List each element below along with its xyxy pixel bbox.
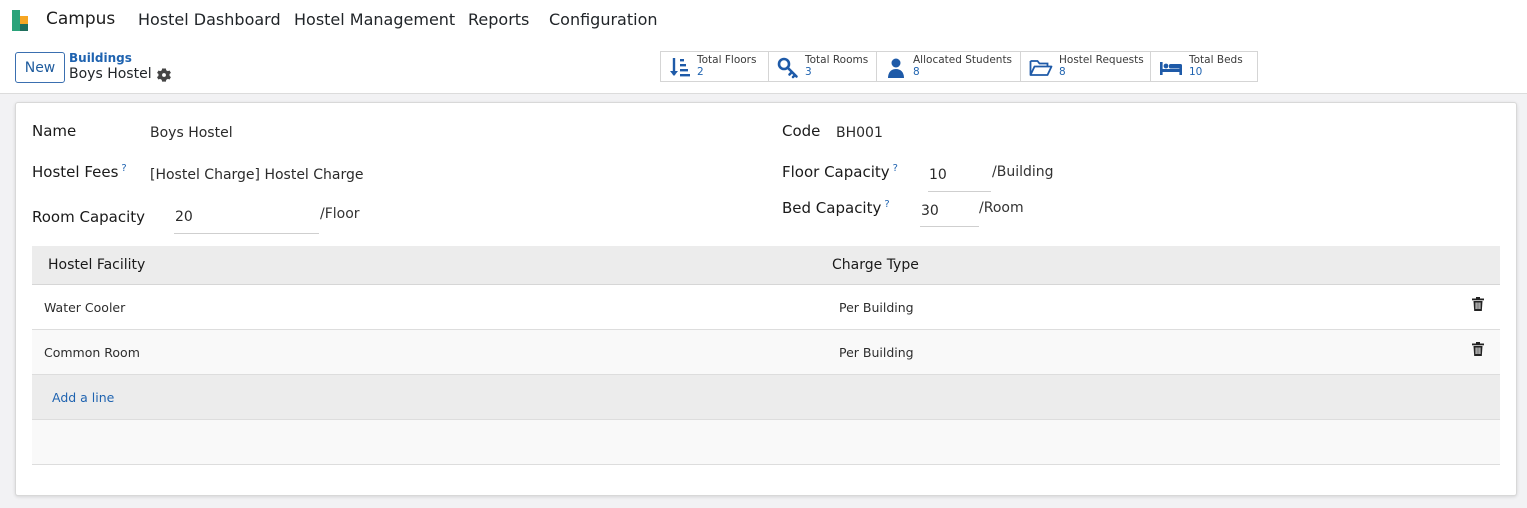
room-capacity-input[interactable]: 20	[174, 207, 319, 234]
total-beds-value: 10	[1189, 66, 1203, 78]
column-hostel-facility[interactable]: Hostel Facility	[48, 257, 145, 273]
trash-icon[interactable]	[1472, 297, 1484, 311]
new-button[interactable]: New	[15, 52, 65, 83]
hostel-fees-label: Hostel Fees?	[32, 163, 127, 181]
total-rooms-value: 3	[805, 66, 812, 78]
total-beds-label: Total Beds	[1189, 54, 1243, 66]
hostel-fees-label-text: Hostel Fees	[32, 163, 119, 181]
table-header: Hostel Facility Charge Type	[32, 246, 1500, 285]
table-row[interactable]: Common Room Per Building	[32, 330, 1500, 375]
code-field[interactable]: BH001	[836, 125, 883, 141]
name-label: Name	[32, 122, 77, 140]
empty-row	[32, 420, 1500, 465]
floor-capacity-input[interactable]: 10	[928, 165, 991, 192]
menu-hostel-dashboard[interactable]: Hostel Dashboard	[138, 10, 281, 29]
hostel-facility-table: Hostel Facility Charge Type Water Cooler…	[32, 246, 1500, 465]
breadcrumb-buildings[interactable]: Buildings	[69, 51, 132, 65]
allocated-students-button[interactable]: Allocated Students 8	[876, 51, 1021, 82]
facility-cell[interactable]: Water Cooler	[44, 300, 125, 315]
gear-icon[interactable]	[157, 68, 171, 82]
name-field[interactable]: Boys Hostel	[150, 125, 233, 141]
facility-cell[interactable]: Common Room	[44, 345, 140, 360]
bed-icon	[1160, 62, 1182, 75]
charge-type-cell[interactable]: Per Building	[839, 300, 914, 315]
smart-buttons: Total Floors 2 Total Rooms 3 Allocated S…	[660, 51, 1258, 82]
room-capacity-unit: /Floor	[320, 206, 360, 222]
key-icon	[777, 57, 798, 79]
total-rooms-button[interactable]: Total Rooms 3	[768, 51, 877, 82]
user-icon	[888, 58, 904, 78]
help-icon[interactable]: ?	[121, 163, 126, 174]
total-floors-button[interactable]: Total Floors 2	[660, 51, 769, 82]
app-name[interactable]: Campus	[46, 9, 115, 29]
hostel-requests-button[interactable]: Hostel Requests 8	[1020, 51, 1151, 82]
bed-capacity-label: Bed Capacity?	[782, 199, 890, 217]
total-floors-value: 2	[697, 66, 704, 78]
floor-capacity-label: Floor Capacity?	[782, 163, 898, 181]
top-navbar: Campus Hostel Dashboard Hostel Managemen…	[0, 0, 1527, 40]
total-floors-label: Total Floors	[697, 54, 757, 66]
menu-hostel-management[interactable]: Hostel Management	[294, 10, 455, 29]
total-beds-button[interactable]: Total Beds 10	[1150, 51, 1258, 82]
add-line-link[interactable]: Add a line	[52, 390, 114, 405]
bed-capacity-input[interactable]: 30	[920, 201, 979, 227]
room-capacity-label: Room Capacity	[32, 208, 146, 226]
table-row[interactable]: Water Cooler Per Building	[32, 285, 1500, 330]
allocated-students-value: 8	[913, 66, 920, 78]
sort-down-icon	[670, 58, 690, 77]
menu-reports[interactable]: Reports	[468, 10, 529, 29]
charge-type-cell[interactable]: Per Building	[839, 345, 914, 360]
hostel-requests-label: Hostel Requests	[1059, 54, 1144, 66]
hostel-fees-field[interactable]: [Hostel Charge] Hostel Charge	[150, 167, 364, 183]
allocated-students-label: Allocated Students	[913, 54, 1013, 66]
total-rooms-label: Total Rooms	[805, 54, 869, 66]
trash-icon[interactable]	[1472, 342, 1484, 356]
bed-capacity-unit: /Room	[979, 200, 1024, 216]
code-label: Code	[782, 122, 821, 140]
help-icon[interactable]: ?	[884, 199, 889, 210]
help-icon[interactable]: ?	[893, 163, 898, 174]
hostel-requests-value: 8	[1059, 66, 1066, 78]
app-logo-icon[interactable]	[12, 10, 32, 31]
floor-capacity-label-text: Floor Capacity	[782, 163, 890, 181]
record-title: Boys Hostel	[69, 66, 152, 82]
form-sheet: Name Boys Hostel Code BH001 Hostel Fees?…	[15, 102, 1517, 496]
folder-open-icon	[1029, 60, 1053, 76]
menu-configuration[interactable]: Configuration	[549, 10, 658, 29]
control-panel: New Buildings Boys Hostel Total Floors 2	[0, 40, 1527, 94]
floor-capacity-unit: /Building	[992, 164, 1054, 180]
add-line-row: Add a line	[32, 375, 1500, 420]
column-charge-type[interactable]: Charge Type	[832, 257, 919, 273]
bed-capacity-label-text: Bed Capacity	[782, 199, 882, 217]
